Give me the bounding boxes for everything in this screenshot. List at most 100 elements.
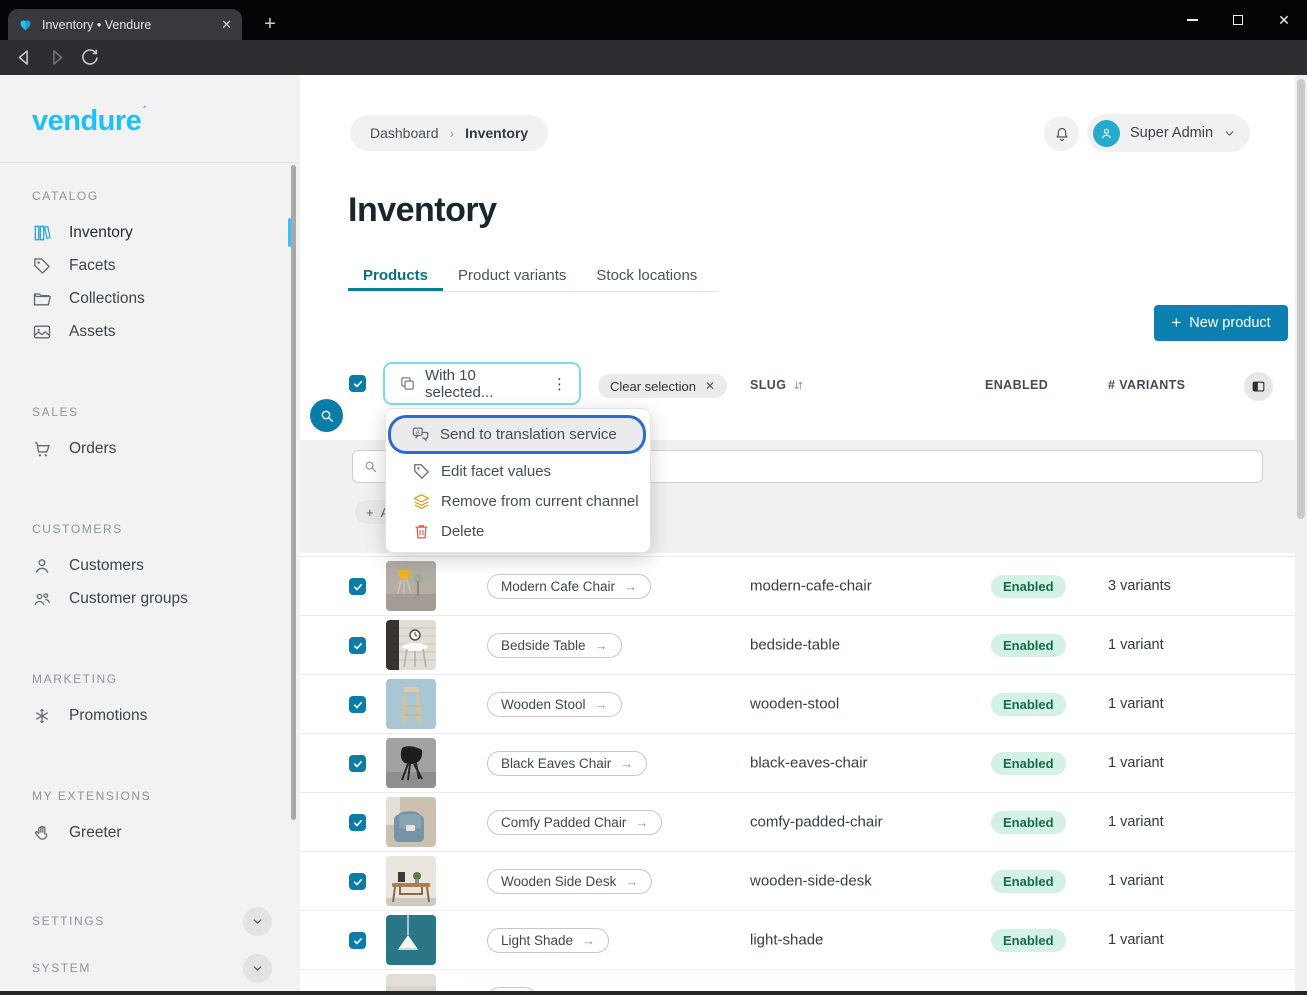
with-selected-button[interactable]: With 10 selected... ⋮ [383, 362, 581, 405]
row-checkbox[interactable] [349, 578, 366, 595]
window-minimize-button[interactable] [1169, 0, 1215, 40]
sidebar-item-facets[interactable]: Facets [0, 249, 300, 282]
section-label-marketing: MARKETING [0, 672, 300, 686]
window-close-button[interactable]: ✕ [1261, 0, 1307, 40]
table-row[interactable]: Wooden Stool → wooden-stool Enabled 1 va… [300, 675, 1295, 734]
sidebar-item-assets[interactable]: Assets [0, 315, 300, 348]
clear-selection-chip[interactable]: Clear selection ✕ [598, 374, 727, 398]
new-product-button[interactable]: + New product [1154, 305, 1288, 341]
menu-item-remove-from-channel[interactable]: Remove from current channel [386, 486, 650, 516]
table-row[interactable]: Black Eaves Chair → black-eaves-chair En… [300, 734, 1295, 793]
product-thumbnail[interactable] [386, 797, 436, 847]
variant-count: 1 variant [1108, 814, 1164, 830]
page-scrollbar[interactable] [1295, 75, 1307, 995]
arrow-right-icon: → [582, 933, 595, 948]
chevron-down-icon[interactable] [243, 954, 272, 983]
sidebar-group-settings[interactable]: SETTINGS [0, 906, 300, 936]
sidebar-item-orders[interactable]: Orders [0, 432, 300, 465]
breadcrumb[interactable]: Dashboard › Inventory [350, 115, 548, 151]
product-thumbnail[interactable] [386, 856, 436, 906]
product-slug: wooden-stool [750, 696, 839, 713]
sort-icon[interactable] [792, 379, 805, 392]
product-thumbnail[interactable] [386, 679, 436, 729]
column-header-variants: # VARIANTS [1108, 378, 1185, 392]
user-icon [32, 556, 52, 576]
window-maximize-button[interactable] [1215, 0, 1261, 40]
product-name-link[interactable]: Light Shade → [487, 928, 609, 953]
product-name-link[interactable]: Black Eaves Chair → [487, 751, 647, 776]
product-thumbnail[interactable] [386, 620, 436, 670]
row-checkbox[interactable] [349, 932, 366, 949]
select-all-checkbox[interactable] [349, 375, 366, 392]
scrollbar-thumb[interactable] [1297, 79, 1305, 519]
product-name: Wooden Side Desk [501, 874, 616, 889]
layers-icon [412, 492, 431, 511]
forward-button[interactable] [46, 47, 67, 68]
tab-bar: Products Product variants Stock location… [348, 259, 712, 291]
back-button[interactable] [14, 47, 35, 68]
reload-button[interactable] [79, 47, 100, 68]
breadcrumb-dashboard[interactable]: Dashboard [370, 125, 439, 141]
copy-icon [399, 375, 416, 392]
product-slug: bedside-table [750, 637, 840, 654]
tab-product-variants[interactable]: Product variants [443, 259, 581, 291]
sidebar-item-inventory[interactable]: Inventory [0, 216, 300, 249]
product-name: Comfy Padded Chair [501, 815, 626, 830]
sidebar-item-greeter[interactable]: Greeter [0, 816, 300, 849]
close-icon[interactable]: ✕ [705, 379, 715, 393]
sidebar-item-label: Inventory [69, 224, 133, 242]
column-header-slug[interactable]: SLUG [750, 378, 805, 392]
notifications-button[interactable] [1044, 116, 1079, 151]
tab-close-icon[interactable]: ✕ [221, 17, 232, 33]
sidebar-item-customers[interactable]: Customers [0, 549, 300, 582]
product-thumbnail[interactable] [386, 561, 436, 611]
image-icon [32, 322, 52, 342]
sidebar-item-customer-groups[interactable]: Customer groups [0, 582, 300, 615]
section-label-sales: SALES [0, 405, 300, 419]
table-row[interactable]: Bedside Table → bedside-table Enabled 1 … [300, 616, 1295, 675]
row-checkbox[interactable] [349, 814, 366, 831]
folder-icon [32, 289, 52, 309]
sidebar-item-promotions[interactable]: Promotions [0, 699, 300, 732]
product-name-link[interactable]: Bedside Table → [487, 633, 622, 658]
user-menu[interactable]: Super Admin [1087, 114, 1250, 152]
table-row[interactable]: Wooden Side Desk → wooden-side-desk Enab… [300, 852, 1295, 911]
column-settings-button[interactable] [1244, 372, 1273, 401]
bulk-actions-menu: A Send to translation service Edit facet… [385, 408, 651, 553]
sidebar-scrollbar[interactable] [291, 165, 296, 820]
variant-count: 1 variant [1108, 637, 1164, 653]
row-checkbox[interactable] [349, 755, 366, 772]
product-thumbnail[interactable] [386, 915, 436, 965]
section-label-my-extensions: MY EXTENSIONS [0, 789, 300, 803]
chevron-down-icon [1223, 127, 1236, 140]
browser-tab[interactable]: Inventory • Vendure ✕ [8, 9, 242, 40]
search-fab-button[interactable] [310, 399, 343, 432]
table-row[interactable]: Modern Cafe Chair → modern-cafe-chair En… [300, 557, 1295, 616]
menu-item-send-to-translation[interactable]: A Send to translation service [391, 418, 643, 451]
product-thumbnail[interactable] [386, 738, 436, 788]
row-checkbox[interactable] [349, 873, 366, 890]
row-checkbox[interactable] [349, 696, 366, 713]
tab-products[interactable]: Products [348, 259, 443, 291]
kebab-menu-icon[interactable]: ⋮ [552, 375, 567, 393]
product-name-link[interactable]: Modern Cafe Chair → [487, 574, 651, 599]
sidebar-item-collections[interactable]: Collections [0, 282, 300, 315]
product-slug: modern-cafe-chair [750, 578, 872, 595]
product-name-link[interactable]: Wooden Side Desk → [487, 869, 652, 894]
sidebar-group-system[interactable]: SYSTEM [0, 953, 300, 983]
table-row[interactable]: Comfy Padded Chair → comfy-padded-chair … [300, 793, 1295, 852]
chevron-down-icon[interactable] [243, 907, 272, 936]
columns-icon [1251, 379, 1266, 394]
menu-item-delete[interactable]: Delete [386, 516, 650, 546]
column-header-enabled: ENABLED [985, 378, 1048, 392]
browser-tabstrip: Inventory • Vendure ✕ + ✕ [0, 0, 1307, 40]
tab-stock-locations[interactable]: Stock locations [581, 259, 712, 291]
table-row[interactable]: Light Shade → light-shade Enabled 1 vari… [300, 911, 1295, 970]
section-label-settings: SETTINGS [32, 914, 105, 928]
menu-item-edit-facet-values[interactable]: Edit facet values [386, 456, 650, 486]
row-checkbox[interactable] [349, 637, 366, 654]
new-tab-button[interactable]: + [256, 10, 284, 38]
product-name-link[interactable]: Comfy Padded Chair → [487, 810, 662, 835]
product-name-link[interactable]: Wooden Stool → [487, 692, 622, 717]
product-slug: comfy-padded-chair [750, 814, 883, 831]
